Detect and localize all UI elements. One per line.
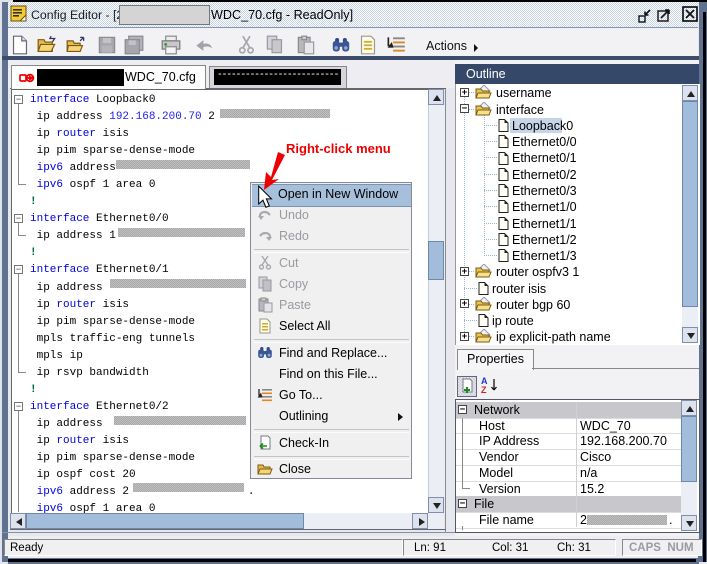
svg-text:Z: Z: [481, 385, 487, 395]
